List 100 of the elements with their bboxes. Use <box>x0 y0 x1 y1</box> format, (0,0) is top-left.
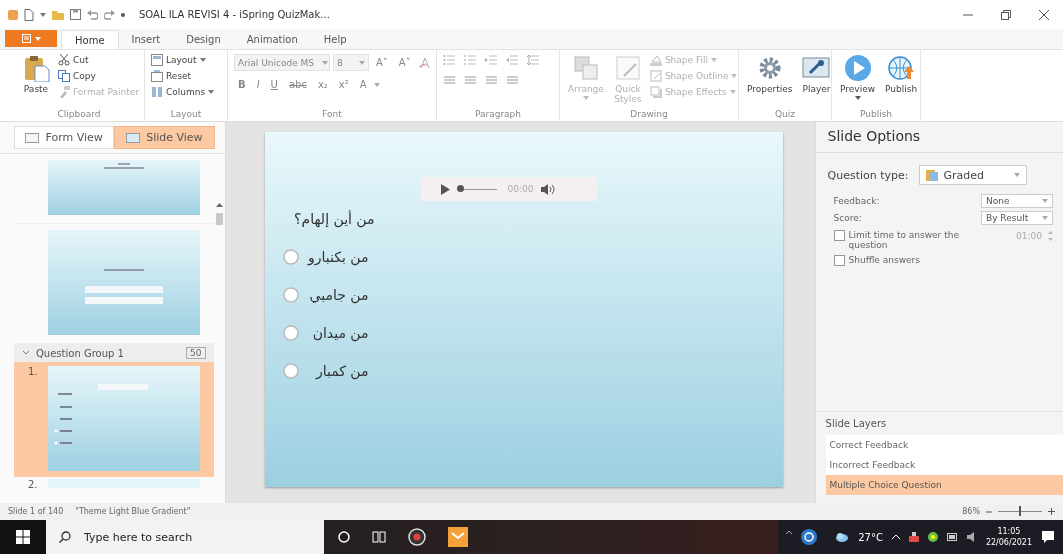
font-size-button[interactable]: A˄ <box>372 57 392 69</box>
ribbon-tab[interactable]: Home <box>61 30 119 50</box>
checkbox-label: Limit time to answer the question <box>848 230 960 251</box>
align-right-icon[interactable] <box>485 76 498 87</box>
window-title: SOAL ILA REVISI 4 - iSpring QuizMak... <box>139 9 330 21</box>
speaker-icon[interactable] <box>541 183 556 195</box>
slide-icon <box>126 132 141 143</box>
ribbon-tab[interactable]: Design <box>173 30 234 50</box>
slide-thumbnail[interactable] <box>48 366 200 472</box>
indent-icon[interactable] <box>485 54 498 67</box>
ribbon-tab[interactable]: Animation <box>233 30 311 50</box>
align-center-icon[interactable] <box>464 76 477 87</box>
caret-icon <box>322 60 329 65</box>
reset-button[interactable]: Reset <box>151 70 215 83</box>
restore-icon[interactable] <box>1001 9 1011 20</box>
font-size-field[interactable]: 8 <box>333 54 369 72</box>
dot-icon <box>121 12 125 17</box>
caret-icon <box>729 90 736 95</box>
columns-button[interactable]: Columns <box>151 86 215 99</box>
question-type-dropdown[interactable]: Graded <box>918 165 1027 186</box>
caret-icon <box>710 58 717 63</box>
checkbox[interactable] <box>833 230 845 242</box>
dropdown-field[interactable]: By Result <box>981 211 1053 226</box>
group-label: Drawing <box>629 108 669 122</box>
bullets-icon[interactable] <box>443 54 456 67</box>
weather-icon[interactable] <box>835 532 850 542</box>
view-button[interactable]: Slide View <box>114 126 215 150</box>
document-icon <box>21 34 31 44</box>
status-icon[interactable] <box>927 532 938 542</box>
copy-button[interactable]: Copy <box>58 70 140 83</box>
radio-button[interactable] <box>282 287 299 304</box>
line-spacing-icon[interactable] <box>527 54 540 67</box>
cortana-icon[interactable] <box>338 531 350 543</box>
folder-icon[interactable] <box>52 9 64 20</box>
zoom-in-icon[interactable] <box>1048 508 1055 516</box>
new-document-icon[interactable] <box>24 8 34 21</box>
battery-icon[interactable] <box>946 533 958 541</box>
format-button[interactable]: abc <box>284 79 311 91</box>
justify-icon[interactable] <box>506 76 519 87</box>
save-icon[interactable] <box>70 9 81 21</box>
volume-icon[interactable] <box>966 532 977 542</box>
file-menu-button[interactable] <box>5 30 57 48</box>
properties-button[interactable]: Properties <box>745 54 795 95</box>
slide-list-item[interactable]: 2. <box>14 477 214 489</box>
undo-icon[interactable] <box>87 9 98 20</box>
windows-icon[interactable] <box>16 530 30 544</box>
radio-button[interactable] <box>282 249 299 266</box>
checkbox[interactable] <box>833 255 845 267</box>
format-button[interactable]: x² <box>334 79 353 91</box>
format-button[interactable]: U <box>266 79 282 91</box>
clock[interactable]: 11:05 22/06/2021 <box>985 526 1032 548</box>
numbering-icon[interactable] <box>464 54 477 67</box>
slide-thumbnail[interactable] <box>48 230 200 336</box>
quick-styles-icon <box>613 54 642 83</box>
paste-button[interactable]: Paste <box>20 54 52 95</box>
layout-button[interactable]: Layout <box>151 54 215 67</box>
publish-button[interactable]: Publish <box>883 54 920 95</box>
preview-button[interactable]: Preview <box>838 54 878 101</box>
spinner-icon[interactable] <box>1048 230 1053 243</box>
font-name-field[interactable]: Arial Unicode MS <box>234 54 330 72</box>
format-button[interactable]: x₂ <box>313 79 332 91</box>
view-button[interactable]: Form View <box>14 126 115 150</box>
ribbon-tab[interactable]: Help <box>310 30 360 50</box>
layer-item[interactable]: Correct Feedback <box>825 435 1063 456</box>
field-label: Feedback: <box>833 196 880 207</box>
search-field[interactable]: Type here to search <box>46 520 324 554</box>
format-button[interactable]: I <box>252 79 264 91</box>
close-icon[interactable] <box>1039 9 1049 20</box>
graded-icon <box>925 169 938 182</box>
format-button[interactable]: A <box>355 79 371 91</box>
chevron-up-icon[interactable] <box>891 534 900 540</box>
slide-list-item[interactable]: 1. <box>14 362 214 478</box>
layer-item[interactable]: Incorrect Feedback <box>825 455 1063 476</box>
notification-icon[interactable] <box>1041 530 1055 544</box>
cut-button[interactable]: Cut <box>58 54 140 67</box>
radio-button[interactable] <box>282 363 299 380</box>
align-left-icon[interactable] <box>443 76 456 87</box>
layer-item[interactable]: Multiple Choice Question <box>825 475 1063 496</box>
ribbon-tab[interactable]: Insert <box>118 30 174 50</box>
play-icon[interactable] <box>440 183 450 195</box>
app-icon[interactable] <box>408 528 426 546</box>
caret-icon <box>199 58 206 63</box>
question-group-header[interactable]: Question Group 1 50 <box>14 344 214 363</box>
player-button[interactable]: Player <box>800 54 833 95</box>
zoom-out-icon[interactable] <box>986 508 992 515</box>
format-button[interactable]: B <box>234 79 250 91</box>
quizmaker-icon[interactable] <box>448 527 468 547</box>
dropdown-field[interactable]: None <box>981 194 1053 209</box>
answer-text: من بكنبارو <box>306 249 369 266</box>
clear-format-icon[interactable] <box>417 56 430 69</box>
font-size-button[interactable]: A˅ <box>394 57 415 69</box>
radio-button[interactable] <box>282 325 299 342</box>
slide-thumbnail[interactable] <box>48 160 200 216</box>
outdent-icon[interactable] <box>506 54 519 67</box>
redo-icon[interactable] <box>104 9 115 20</box>
task-view-icon[interactable] <box>372 531 386 543</box>
help-icon[interactable] <box>801 529 818 545</box>
search-icon <box>59 531 71 543</box>
bucket-icon <box>649 54 662 67</box>
seek-thumb[interactable] <box>457 185 465 193</box>
